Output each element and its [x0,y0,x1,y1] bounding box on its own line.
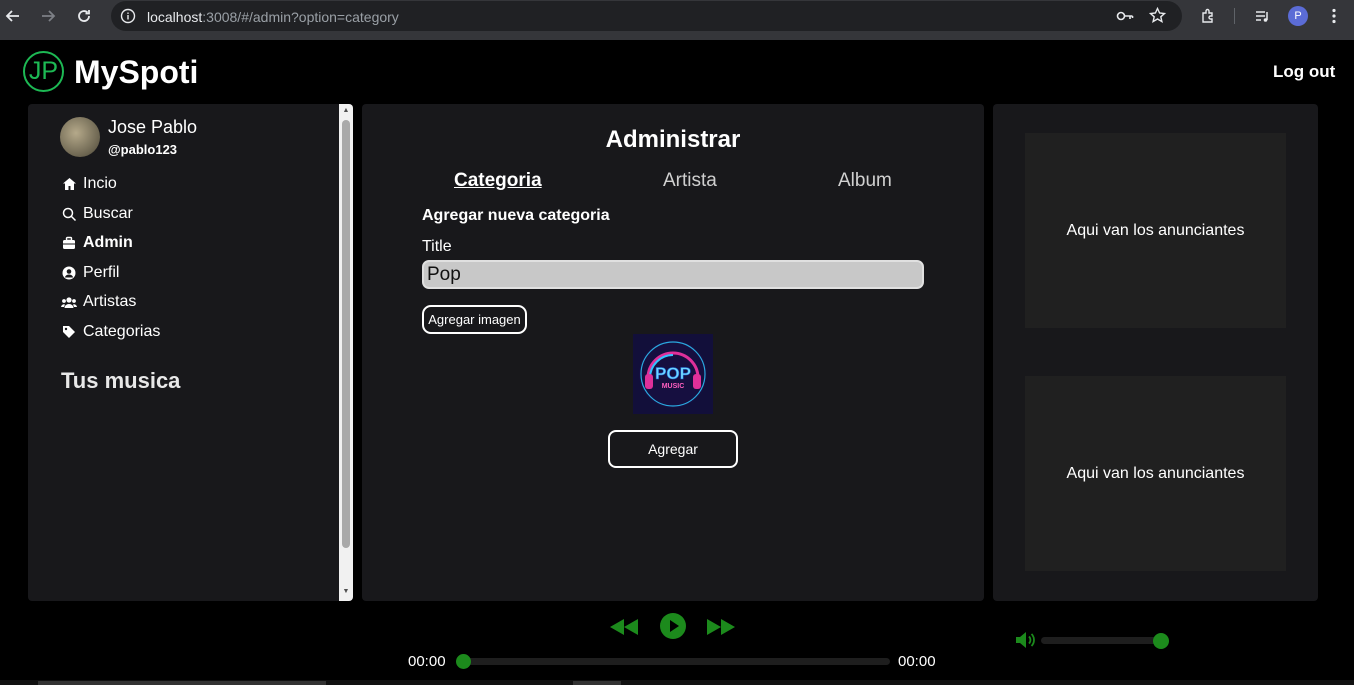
scroll-thumb[interactable] [342,120,350,548]
user-name: Jose Pablo [108,117,198,137]
volume-slider[interactable] [1041,637,1161,644]
bookmark-star-icon[interactable] [1148,6,1167,29]
sidebar-item-label: Perfil [83,264,120,281]
app-title: MySpoti [74,54,199,90]
volume-handle[interactable] [1153,633,1169,649]
play-button[interactable] [659,612,687,640]
profile-avatar[interactable]: P [1288,6,1308,26]
browser-toolbar: localhost:3008/#/admin?option=category P [0,0,1354,40]
fast-forward-icon [707,619,735,635]
scroll-down-icon[interactable]: ▼ [342,588,350,596]
user-avatar [60,117,100,157]
back-icon[interactable] [3,6,23,26]
progress-handle[interactable] [456,654,471,669]
url-host: localhost [147,9,203,25]
volume-button[interactable] [1015,630,1037,650]
url-text: localhost:3008/#/admin?option=category [147,9,399,25]
ad-slot-2[interactable]: Aqui van los anunciantes [1025,376,1286,571]
search-icon [61,206,77,222]
submit-category-button[interactable]: Agregar [608,430,738,468]
forward-button[interactable] [706,617,736,637]
pop-music-artwork: POP MUSIC [639,340,707,408]
more-menu-icon[interactable] [1324,6,1344,26]
site-info-icon[interactable] [120,8,136,29]
logout-button[interactable]: Log out [1273,62,1335,82]
form-heading: Agregar nueva categoria [422,207,610,224]
sidebar-item-label: Artistas [83,293,137,310]
ads-panel: Aqui van los anunciantes Aqui van los an… [993,104,1318,601]
admin-icon [61,235,77,251]
user-handle: @pablo123 [108,142,178,157]
reload-icon[interactable] [74,6,94,26]
total-time: 00:00 [898,653,936,670]
sidebar-item-label: Admin [83,234,133,251]
sidebar-item-perfil[interactable]: Perfil [61,264,119,282]
horizontal-scroll-thumb[interactable] [38,681,326,685]
tag-icon [61,324,77,340]
section-title: Tus musica [61,368,181,393]
address-bar[interactable]: localhost:3008/#/admin?option=category [111,1,1182,31]
preview-text-bottom: MUSIC [662,383,685,390]
progress-bar[interactable] [463,658,890,665]
tab-artista[interactable]: Artista [663,170,717,192]
title-input[interactable] [422,260,924,289]
category-image-preview: POP MUSIC [633,334,713,414]
tab-categoria[interactable]: Categoria [454,170,542,192]
add-image-button[interactable]: Agregar imagen [422,305,527,334]
url-path: :3008/#/admin?option=category [202,9,399,25]
toolbar-divider [1234,8,1235,24]
password-key-icon[interactable] [1116,8,1134,29]
preview-text-top: POP [655,364,691,383]
sidebar-item-label: Incio [83,175,117,192]
sidebar-item-categorias[interactable]: Categorias [61,323,160,341]
forward-icon[interactable] [38,6,58,26]
users-icon [61,294,77,310]
sidebar-item-artistas[interactable]: Artistas [61,293,136,311]
sidebar: Jose Pablo @pablo123 Incio Buscar Admin … [28,104,353,601]
sidebar-item-buscar[interactable]: Buscar [61,205,133,223]
play-icon [660,613,686,639]
home-icon [61,176,77,192]
tab-album[interactable]: Album [838,170,892,192]
extensions-icon[interactable] [1198,6,1218,26]
user-icon [61,265,77,281]
volume-icon [1016,632,1035,648]
sidebar-item-label: Categorias [83,323,161,340]
title-label: Title [422,238,452,255]
sidebar-item-admin[interactable]: Admin [61,234,133,252]
page-title: Administrar [605,126,741,153]
horizontal-scroll-thumb-2[interactable] [573,681,621,685]
media-control-icon[interactable] [1252,6,1272,26]
rewind-button[interactable] [609,617,639,637]
admin-panel: Administrar Categoria Artista Album Agre… [362,104,984,601]
sidebar-scrollbar[interactable]: ▲ ▼ [339,104,353,601]
app-logo[interactable]: JP [23,51,64,92]
scroll-up-icon[interactable]: ▲ [342,107,350,115]
current-time: 00:00 [408,653,446,670]
sidebar-item-inicio[interactable]: Incio [61,175,117,193]
sidebar-item-label: Buscar [83,205,133,222]
rewind-icon [610,619,638,635]
ad-slot-1[interactable]: Aqui van los anunciantes [1025,133,1286,328]
